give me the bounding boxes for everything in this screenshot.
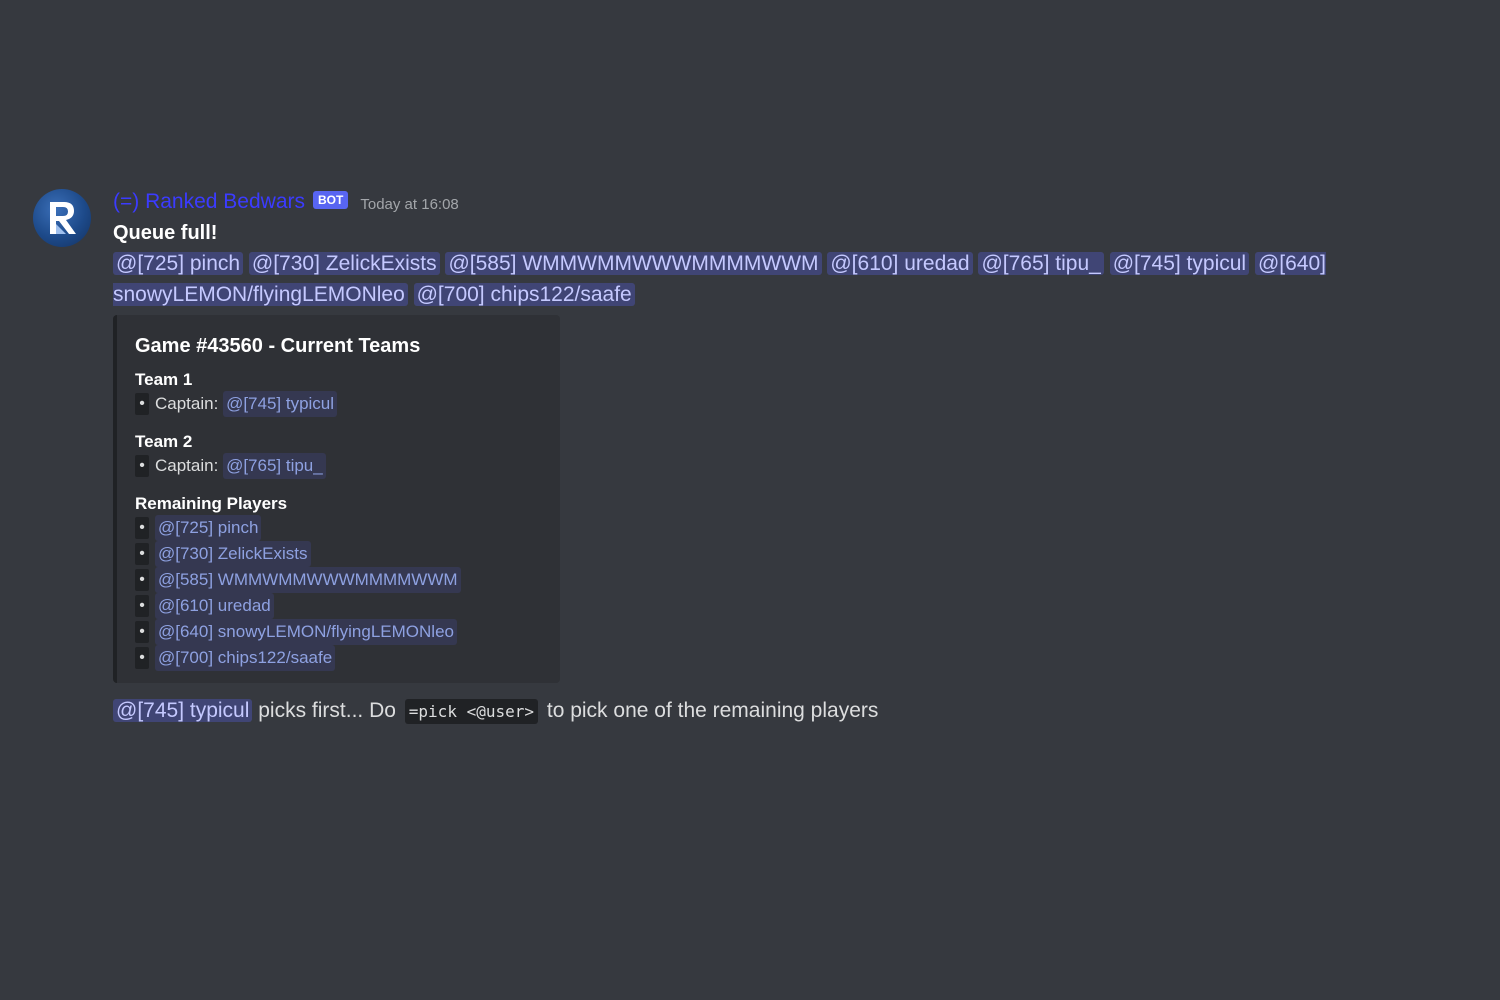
user-mention[interactable]: @[700] chips122/saafe bbox=[413, 283, 635, 306]
user-mention[interactable]: @[765] tipu_ bbox=[978, 252, 1104, 275]
teams-embed: Game #43560 - Current Teams Team 1 • Cap… bbox=[113, 315, 560, 683]
ranked-bedwars-logo-icon bbox=[50, 202, 76, 234]
pick-instruction-text: to pick one of the remaining players bbox=[546, 699, 879, 722]
team2-captain: • Captain: @[765] tipu_ bbox=[135, 453, 544, 479]
user-mention[interactable]: @[610] uredad bbox=[827, 252, 973, 275]
remaining-player-mention[interactable]: @[700] chips122/saafe bbox=[155, 645, 336, 671]
bullet: • bbox=[135, 569, 149, 591]
bullet: • bbox=[135, 543, 149, 565]
user-mention[interactable]: @[585] WMMWMMWWWMMMMWWM bbox=[445, 252, 822, 275]
message-header: (=) Ranked Bedwars BOT Today at 16:08 bbox=[113, 186, 1483, 218]
remaining-player-item: • @[640] snowyLEMON/flyingLEMONleo bbox=[135, 619, 544, 645]
bullet: • bbox=[135, 621, 149, 643]
remaining-player-item: • @[585] WMMWMMWWWMMMMWWM bbox=[135, 567, 544, 593]
bullet: • bbox=[135, 517, 149, 539]
user-mention[interactable]: @[730] ZelickExists bbox=[248, 252, 440, 275]
remaining-player-mention[interactable]: @[585] WMMWMMWWWMMMMWWM bbox=[155, 567, 461, 593]
remaining-player-mention[interactable]: @[610] uredad bbox=[155, 593, 274, 619]
remaining-player-item: • @[725] pinch bbox=[135, 515, 544, 541]
queue-full-title: Queue full! bbox=[113, 222, 218, 244]
embed-title: Game #43560 - Current Teams bbox=[135, 335, 421, 357]
remaining-player-mention[interactable]: @[730] ZelickExists bbox=[155, 541, 311, 567]
remaining-players-heading: Remaining Players bbox=[135, 494, 288, 513]
author-username[interactable]: (=) Ranked Bedwars bbox=[113, 190, 305, 214]
bullet: • bbox=[135, 647, 149, 669]
captain-label: Captain: bbox=[155, 456, 219, 475]
first-pick-mention[interactable]: @[745] typicul bbox=[113, 699, 253, 722]
message-timestamp[interactable]: Today at 16:08 bbox=[360, 196, 458, 213]
remaining-player-item: • @[700] chips122/saafe bbox=[135, 645, 544, 671]
team1-captain: • Captain: @[745] typicul bbox=[135, 391, 544, 417]
picks-first-text: picks first... Do bbox=[258, 699, 396, 722]
bot-avatar[interactable] bbox=[33, 189, 91, 247]
team2-captain-mention[interactable]: @[765] tipu_ bbox=[223, 453, 326, 479]
bullet: • bbox=[135, 455, 149, 477]
pick-command-code: =pick <@user> bbox=[404, 699, 539, 724]
pick-instructions: @[745] typicul picks first... Do =pick <… bbox=[113, 696, 1483, 727]
bot-badge: BOT bbox=[313, 191, 349, 209]
remaining-player-item: • @[730] ZelickExists bbox=[135, 541, 544, 567]
remaining-player-item: • @[610] uredad bbox=[135, 593, 544, 619]
remaining-player-mention[interactable]: @[725] pinch bbox=[155, 515, 262, 541]
queue-mentions: @[725] pinch @[730] ZelickExists @[585] … bbox=[113, 248, 1453, 310]
team2-heading: Team 2 bbox=[135, 432, 193, 451]
captain-label: Captain: bbox=[155, 394, 219, 413]
user-mention[interactable]: @[745] typicul bbox=[1109, 252, 1250, 275]
message-content: (=) Ranked Bedwars BOT Today at 16:08 Qu… bbox=[113, 186, 1483, 727]
remaining-player-mention[interactable]: @[640] snowyLEMON/flyingLEMONleo bbox=[155, 619, 457, 645]
bullet: • bbox=[135, 393, 149, 415]
team1-heading: Team 1 bbox=[135, 370, 193, 389]
user-mention[interactable]: @[725] pinch bbox=[113, 252, 244, 275]
team1-captain-mention[interactable]: @[745] typicul bbox=[223, 391, 338, 417]
bullet: • bbox=[135, 595, 149, 617]
